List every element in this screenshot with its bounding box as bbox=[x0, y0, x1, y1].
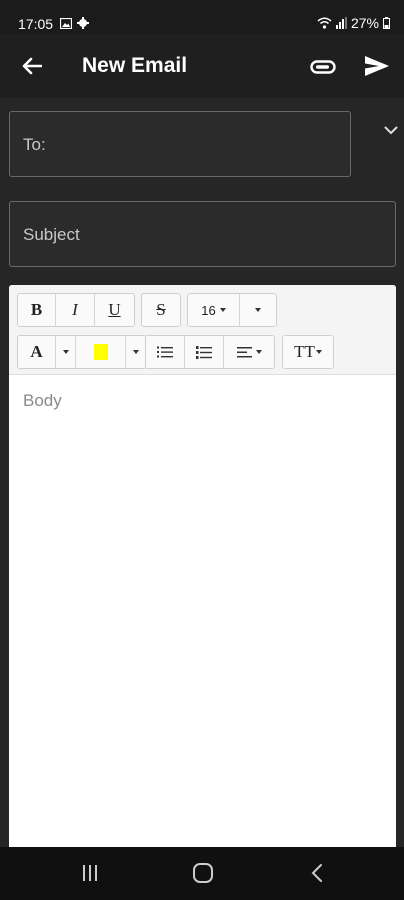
align-dropdown[interactable] bbox=[224, 336, 274, 368]
caret-down-icon bbox=[315, 350, 322, 354]
text-color-button[interactable]: A bbox=[18, 336, 56, 368]
to-placeholder: To: bbox=[23, 135, 46, 154]
status-system-icons: 27% bbox=[317, 15, 390, 31]
highlight-color-button[interactable] bbox=[76, 336, 126, 368]
numbered-list-icon bbox=[196, 345, 212, 359]
arrow-back-icon bbox=[22, 57, 42, 75]
expand-recipients-button[interactable] bbox=[378, 118, 404, 142]
numbered-list-button[interactable] bbox=[185, 336, 224, 368]
font-size-dropdown[interactable]: 16 bbox=[188, 294, 240, 326]
bullet-list-button[interactable] bbox=[146, 336, 185, 368]
highlight-color-dropdown[interactable] bbox=[126, 336, 146, 368]
email-body-input[interactable]: Body bbox=[9, 375, 396, 847]
bullet-list-icon bbox=[157, 346, 173, 358]
status-time: 17:05 bbox=[18, 16, 54, 32]
home-button[interactable] bbox=[183, 859, 223, 887]
to-field[interactable]: To: bbox=[9, 111, 351, 177]
paragraph-style-group: TT bbox=[282, 335, 334, 369]
system-navigation-bar bbox=[0, 847, 404, 900]
subject-field[interactable]: Subject bbox=[9, 201, 396, 267]
send-button[interactable] bbox=[360, 50, 394, 82]
formatting-toolbar: B I U S 16 A TT bbox=[9, 285, 396, 375]
text-style-group: B I U bbox=[17, 293, 135, 327]
attachment-icon bbox=[310, 60, 336, 74]
status-bar: 17:05 27% bbox=[0, 0, 404, 34]
font-size-group: 16 bbox=[187, 293, 277, 327]
back-nav-button[interactable] bbox=[297, 859, 337, 887]
font-size-value: 16 bbox=[201, 302, 216, 318]
chevron-down-icon bbox=[384, 126, 398, 134]
text-color-dropdown[interactable] bbox=[56, 336, 76, 368]
caret-down-icon bbox=[133, 350, 139, 354]
wifi-icon bbox=[317, 17, 332, 29]
strikethrough-group: S bbox=[141, 293, 181, 327]
align-left-icon bbox=[236, 346, 252, 357]
page-title: New Email bbox=[82, 54, 188, 77]
status-notification-icons bbox=[60, 17, 89, 29]
highlight-color-swatch bbox=[93, 344, 108, 360]
battery-icon bbox=[383, 17, 390, 29]
italic-button[interactable]: I bbox=[56, 294, 95, 326]
font-family-dropdown[interactable] bbox=[240, 294, 276, 326]
caret-down-icon bbox=[255, 350, 262, 354]
caret-down-icon bbox=[255, 308, 261, 312]
strikethrough-button[interactable]: S bbox=[142, 294, 180, 326]
subject-placeholder: Subject bbox=[23, 225, 80, 244]
text-style-dropdown[interactable]: TT bbox=[283, 336, 333, 368]
list-align-group bbox=[145, 335, 275, 369]
caret-down-icon bbox=[219, 308, 226, 312]
signal-icon bbox=[335, 17, 347, 29]
caret-down-icon bbox=[62, 350, 69, 354]
underline-button[interactable]: U bbox=[95, 294, 134, 326]
send-icon bbox=[365, 56, 389, 76]
battery-percent: 27% bbox=[350, 15, 379, 31]
rich-text-editor: B I U S 16 A TT Body bbox=[9, 285, 396, 847]
app-bar: New Email bbox=[0, 34, 404, 98]
text-style-label: TT bbox=[294, 342, 315, 361]
home-icon bbox=[193, 863, 213, 883]
settings-gear-icon bbox=[77, 17, 89, 29]
attach-button[interactable] bbox=[306, 52, 340, 82]
gallery-icon bbox=[60, 17, 72, 29]
chevron-left-icon bbox=[311, 864, 322, 882]
recent-apps-icon bbox=[83, 865, 97, 881]
recent-apps-button[interactable] bbox=[70, 859, 110, 887]
back-button[interactable] bbox=[16, 50, 48, 82]
bold-button[interactable]: B bbox=[18, 294, 56, 326]
text-color-group: A bbox=[17, 335, 147, 369]
body-placeholder: Body bbox=[23, 391, 62, 410]
